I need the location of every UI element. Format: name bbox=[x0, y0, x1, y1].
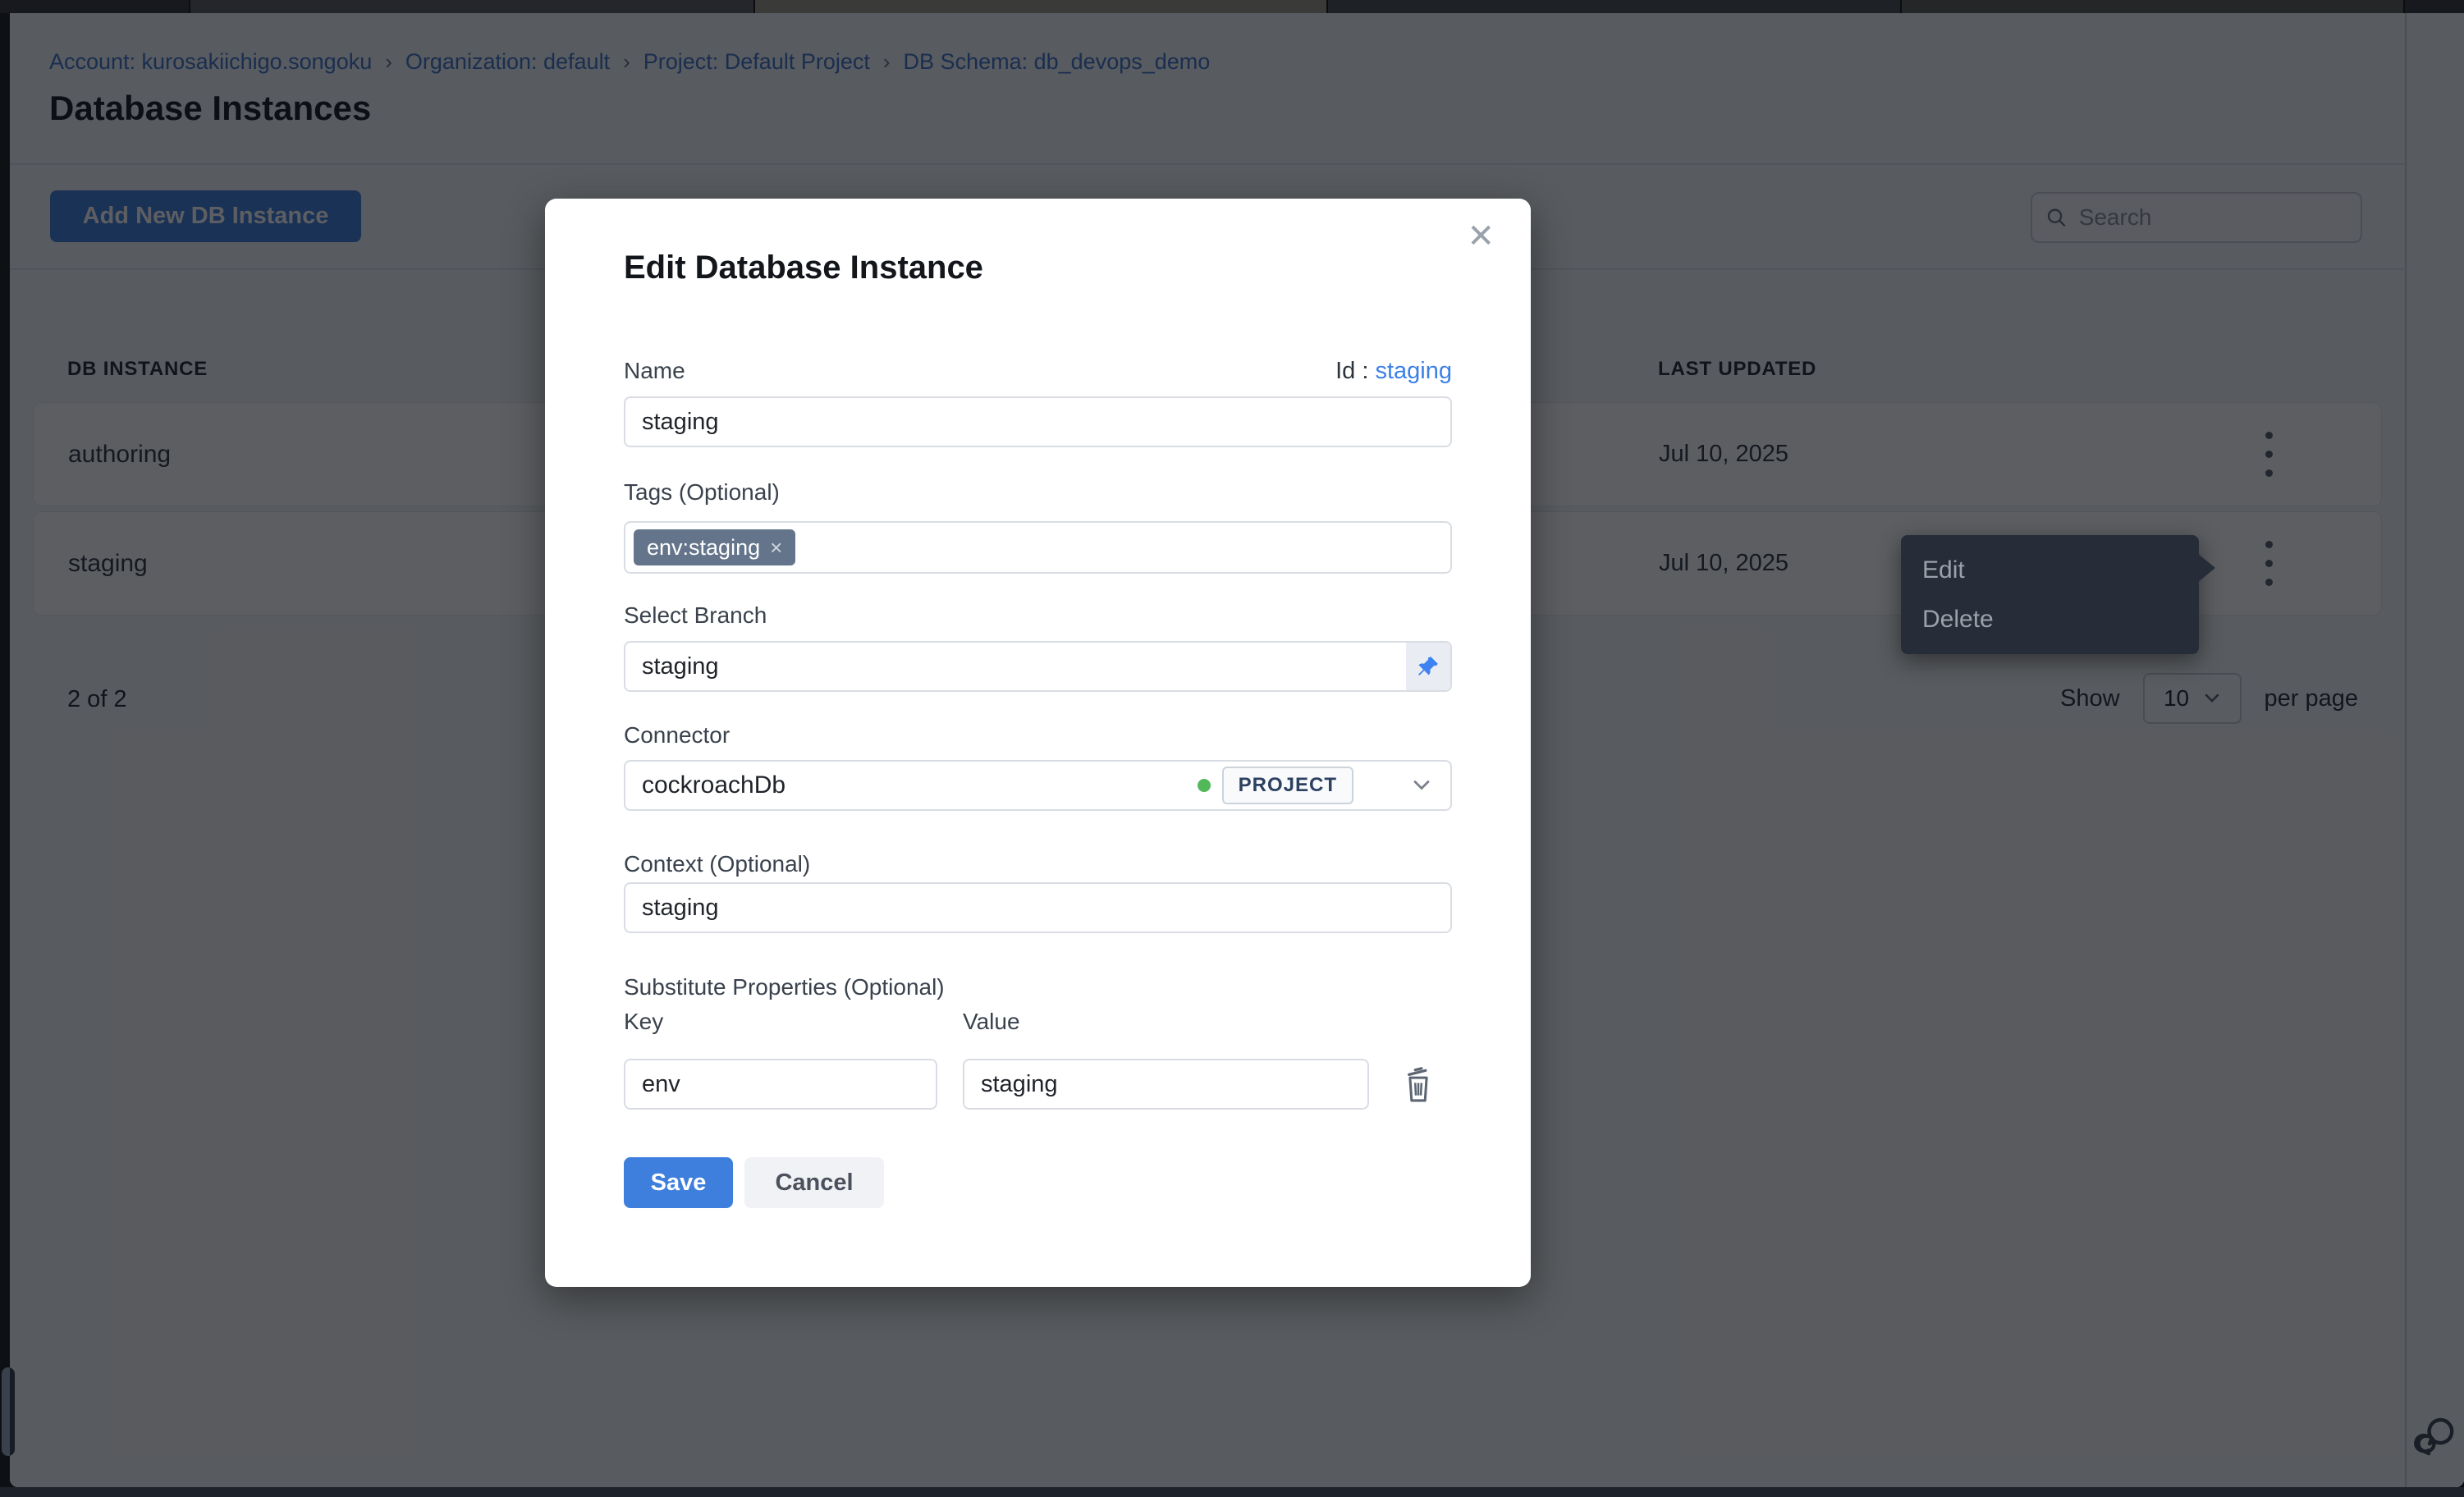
tags-label: Tags (Optional) bbox=[624, 479, 780, 506]
pushpin-icon bbox=[1416, 654, 1440, 679]
property-value-input[interactable] bbox=[963, 1059, 1369, 1110]
connector-label: Connector bbox=[624, 722, 730, 748]
branch-input[interactable]: staging bbox=[624, 641, 1452, 692]
browser-tab[interactable] bbox=[1328, 0, 1900, 13]
connector-select[interactable]: cockroachDb PROJECT bbox=[624, 760, 1452, 811]
connector-value: cockroachDb bbox=[642, 771, 785, 799]
tag-remove-icon[interactable]: × bbox=[770, 535, 782, 561]
id-label: Id : bbox=[1335, 358, 1368, 384]
edit-database-instance-modal: ✕ Edit Database Instance Name Id : stagi… bbox=[545, 199, 1531, 1287]
connector-meta: PROJECT bbox=[1198, 762, 1353, 809]
browser-tab[interactable] bbox=[0, 0, 189, 13]
window-bottom-edge bbox=[0, 1487, 2464, 1497]
chevron-down-icon bbox=[1413, 780, 1431, 792]
branch-value: staging bbox=[642, 653, 719, 680]
scope-badge: PROJECT bbox=[1222, 767, 1353, 804]
pin-branch-button[interactable] bbox=[1406, 643, 1450, 690]
name-input[interactable] bbox=[624, 396, 1452, 447]
trash-icon bbox=[1400, 1065, 1436, 1105]
name-label: Name bbox=[624, 358, 685, 384]
browser-tab[interactable] bbox=[1902, 0, 2403, 13]
substitute-properties-label: Substitute Properties (Optional) bbox=[624, 974, 945, 1000]
property-key-input[interactable] bbox=[624, 1059, 937, 1110]
select-branch-label: Select Branch bbox=[624, 602, 767, 629]
close-icon[interactable]: ✕ bbox=[1467, 220, 1495, 253]
context-input[interactable] bbox=[624, 882, 1452, 933]
window-left-edge bbox=[0, 13, 10, 1497]
instance-id-line: Id : staging bbox=[1335, 358, 1452, 385]
tag-chip: env:staging × bbox=[634, 529, 795, 565]
value-label: Value bbox=[963, 1009, 1020, 1035]
context-menu-arrow bbox=[2197, 553, 2215, 583]
browser-tab-strip bbox=[0, 0, 2464, 13]
delete-property-button[interactable] bbox=[1399, 1065, 1438, 1105]
screen: Account: kurosakiichigo.songoku › Organi… bbox=[0, 0, 2464, 1497]
browser-tab-active[interactable] bbox=[755, 0, 1326, 13]
context-menu-delete[interactable]: Delete bbox=[1901, 599, 2199, 640]
id-value-link[interactable]: staging bbox=[1375, 358, 1452, 384]
browser-tab bbox=[2405, 0, 2464, 13]
status-dot-icon bbox=[1198, 779, 1211, 792]
cancel-button[interactable]: Cancel bbox=[744, 1157, 884, 1208]
row-context-menu: Edit Delete bbox=[1901, 535, 2199, 654]
context-label: Context (Optional) bbox=[624, 851, 810, 877]
modal-title: Edit Database Instance bbox=[624, 250, 983, 286]
tag-chip-text: env:staging bbox=[647, 535, 760, 561]
key-label: Key bbox=[624, 1009, 663, 1035]
context-menu-edit[interactable]: Edit bbox=[1901, 550, 2199, 591]
browser-tab[interactable] bbox=[190, 0, 753, 13]
tags-input[interactable]: env:staging × bbox=[624, 521, 1452, 574]
save-button[interactable]: Save bbox=[624, 1157, 733, 1208]
